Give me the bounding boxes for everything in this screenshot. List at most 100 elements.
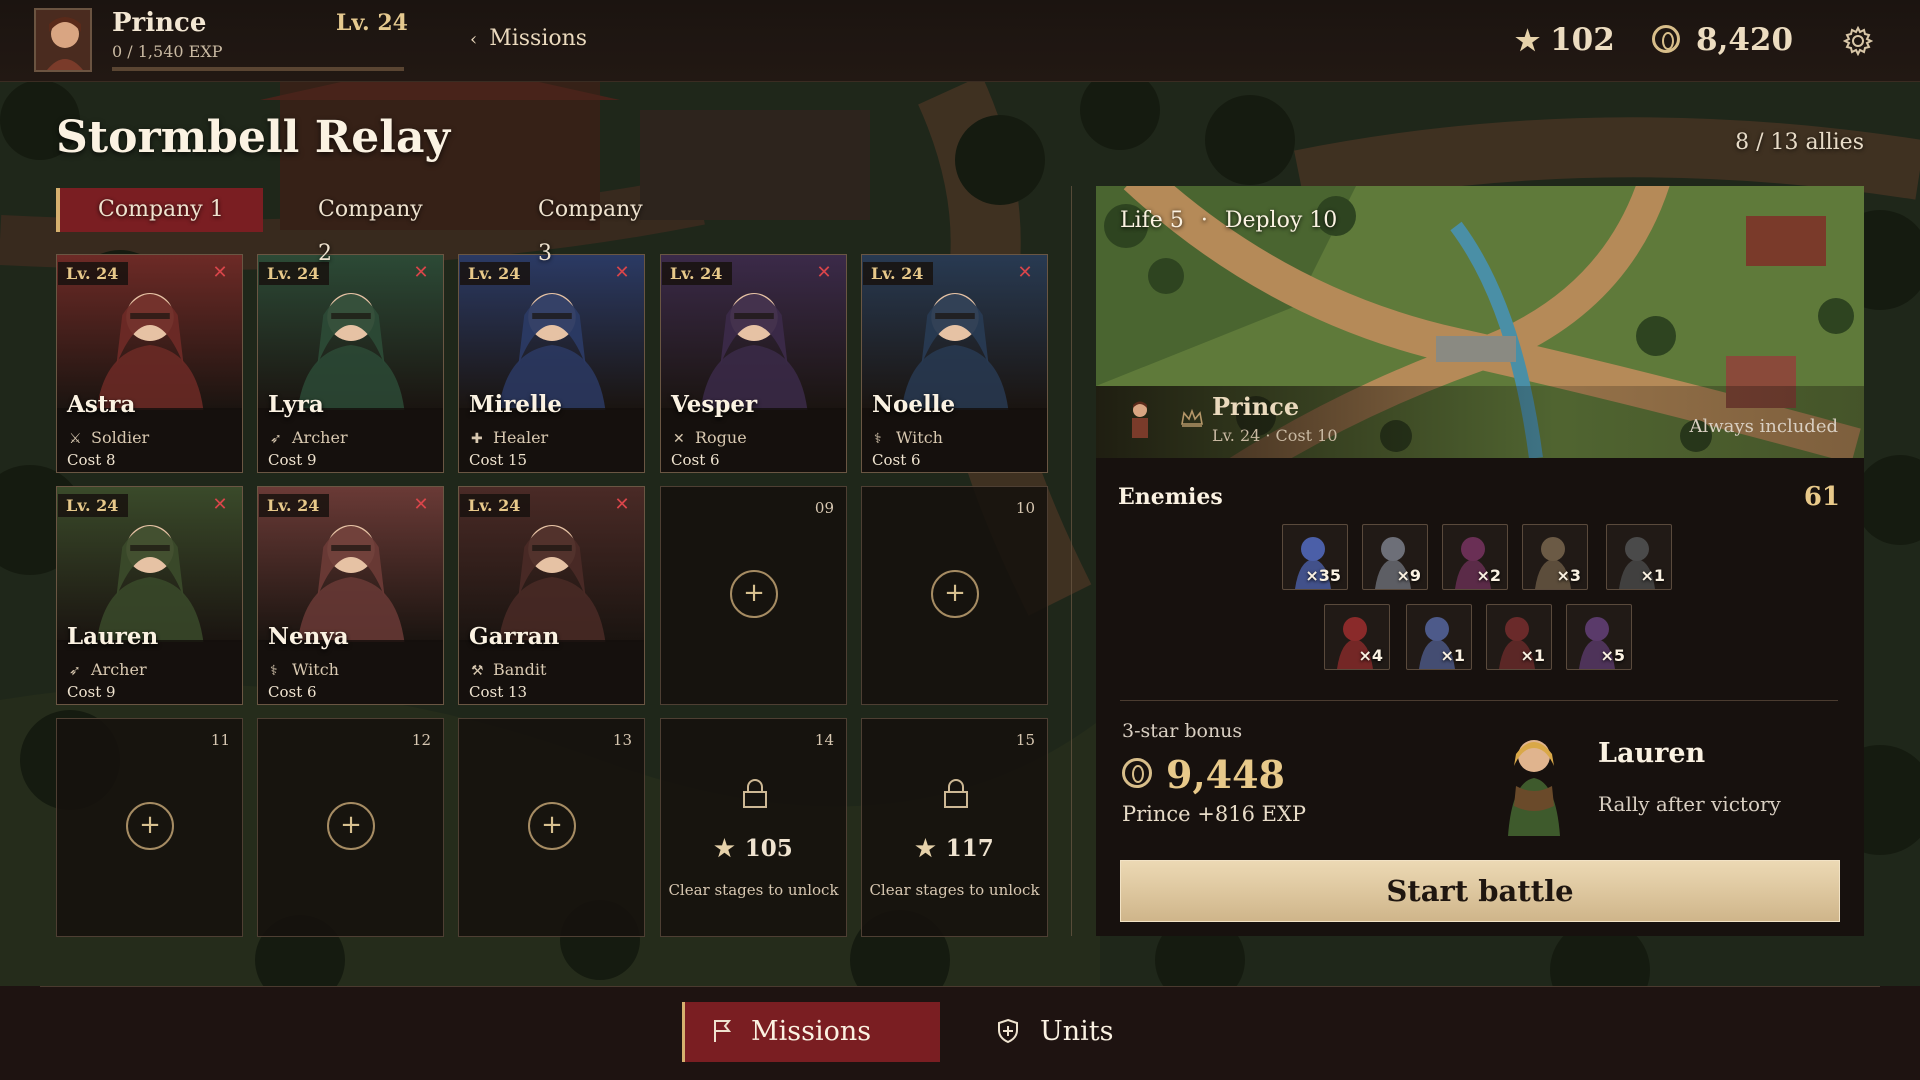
enemy-icon[interactable]: ×35 (1282, 524, 1348, 590)
sword-icon: ⚔ (69, 431, 82, 447)
add-unit-button[interactable]: + (327, 802, 375, 850)
lock-icon (743, 779, 767, 808)
empty-slot[interactable]: 12 + (257, 718, 444, 937)
deploy-value: 10 (1309, 208, 1338, 233)
enemy-icon[interactable]: ×4 (1324, 604, 1390, 670)
top-bar: Prince 0 / 1,540 EXP Lv. 24 ‹ Missions ★ 1… (0, 0, 1920, 82)
rally-ally-description: Rally after victory (1598, 792, 1781, 816)
tab-company-1[interactable]: Company 1 (56, 188, 263, 232)
unit-cost: Cost 6 (671, 451, 720, 469)
enemy-icon[interactable]: ×2 (1442, 524, 1508, 590)
unit-card[interactable]: Lv. 24 ✕ Vesper ✕ Rogue Cost 6 (660, 254, 847, 473)
bow-icon: ➶ (270, 431, 282, 447)
enemy-count: ×3 (1556, 566, 1581, 585)
bottom-divider (40, 986, 1880, 987)
settings-button[interactable] (1842, 25, 1874, 57)
add-unit-button[interactable]: + (528, 802, 576, 850)
staff-icon: ⚕ (270, 663, 278, 679)
deploy-label: Deploy (1224, 208, 1303, 233)
cross-icon: ✚ (471, 431, 483, 447)
nav-units-label: Units (1040, 1016, 1114, 1047)
staff-icon: ⚕ (874, 431, 882, 447)
unit-class-label: Witch (896, 428, 943, 447)
remove-unit-icon[interactable]: ✕ (612, 495, 632, 515)
nav-units[interactable]: Units (990, 1002, 1150, 1062)
bow-icon: ➶ (69, 663, 81, 679)
mission-map-preview[interactable]: Life 5 · Deploy 10 Prince Lv. 24 · Cost … (1096, 186, 1864, 458)
leader-name: Prince (1212, 392, 1300, 421)
remove-unit-icon[interactable]: ✕ (411, 495, 431, 515)
life-label: Life (1120, 208, 1163, 233)
locked-slot: 15 ★ 117 Clear stages to unlock (861, 718, 1048, 937)
ally-count: 8 / 13 allies (1735, 130, 1864, 155)
add-unit-button[interactable]: + (931, 570, 979, 618)
unit-level: Lv. 24 (662, 262, 733, 285)
player-avatar[interactable] (34, 8, 92, 72)
enemy-icon[interactable]: ×1 (1486, 604, 1552, 670)
unit-card[interactable]: Lv. 24 ✕ Lauren ➶ Archer Cost 9 (56, 486, 243, 705)
always-included-note: Always included (1689, 416, 1839, 437)
nav-missions[interactable]: Missions (682, 1002, 940, 1062)
enemy-count: ×2 (1476, 566, 1501, 585)
remove-unit-icon[interactable]: ✕ (411, 263, 431, 283)
back-to-missions-button[interactable]: ‹ Missions (470, 26, 587, 51)
tab-company-2[interactable]: Company 2 (318, 188, 423, 266)
empty-slot[interactable]: 10 + (861, 486, 1048, 705)
enemy-count: ×1 (1640, 566, 1665, 585)
enemy-icon[interactable]: ×1 (1606, 524, 1672, 590)
unit-cost: Cost 6 (872, 451, 921, 469)
unit-card[interactable]: Lv. 24 ✕ Lyra ➶ Archer Cost 9 (257, 254, 444, 473)
unit-level: Lv. 24 (58, 262, 129, 285)
unit-class: ⚕ Witch (270, 660, 339, 679)
unit-name: Mirelle (469, 391, 563, 418)
unit-class-label: Healer (493, 428, 549, 447)
remove-unit-icon[interactable]: ✕ (210, 263, 230, 283)
mission-title: Stormbell Relay (56, 112, 451, 163)
unit-level: Lv. 24 (863, 262, 934, 285)
unit-card[interactable]: Lv. 24 ✕ Noelle ⚕ Witch Cost 6 (861, 254, 1048, 473)
unlock-hint: Clear stages to unlock (668, 881, 839, 899)
unit-class: ⚔ Soldier (69, 428, 149, 447)
crown-icon (1181, 408, 1203, 427)
slot-number: 15 (1015, 731, 1035, 749)
unit-class-label: Witch (292, 660, 339, 679)
unit-card[interactable]: Lv. 24 ✕ Garran ⚒ Bandit Cost 13 (458, 486, 645, 705)
unit-cost: Cost 13 (469, 683, 528, 701)
enemy-icon[interactable]: ×1 (1406, 604, 1472, 670)
enemy-count: ×1 (1520, 646, 1545, 665)
enemy-count: ×5 (1600, 646, 1625, 665)
start-battle-button[interactable]: Start battle (1120, 860, 1840, 922)
enemy-icon[interactable]: ×9 (1362, 524, 1428, 590)
unit-class-label: Soldier (91, 428, 150, 447)
rally-ally-portrait (1508, 740, 1560, 836)
unit-level: Lv. 24 (259, 494, 330, 517)
unit-class: ➶ Archer (270, 428, 348, 447)
tab-company-3[interactable]: Company 3 (538, 188, 643, 266)
remove-unit-icon[interactable]: ✕ (1015, 263, 1035, 283)
unit-cost: Cost 6 (268, 683, 317, 701)
mission-panel: Life 5 · Deploy 10 Prince Lv. 24 · Cost … (1096, 186, 1864, 936)
remove-unit-icon[interactable]: ✕ (210, 495, 230, 515)
remove-unit-icon[interactable]: ✕ (814, 263, 834, 283)
unit-class: ⚒ Bandit (471, 660, 546, 679)
empty-slot[interactable]: 09 + (660, 486, 847, 705)
bonus-exp: Prince +816 EXP (1122, 802, 1307, 826)
slot-number: 14 (814, 731, 834, 749)
add-unit-button[interactable]: + (126, 802, 174, 850)
add-unit-button[interactable]: + (730, 570, 778, 618)
unit-card[interactable]: Lv. 24 ✕ Nenya ⚕ Witch Cost 6 (257, 486, 444, 705)
empty-slot[interactable]: 13 + (458, 718, 645, 937)
chevron-left-icon: ‹ (470, 29, 478, 50)
unit-card[interactable]: Lv. 24 ✕ Mirelle ✚ Healer Cost 15 (458, 254, 645, 473)
enemy-icon[interactable]: ×5 (1566, 604, 1632, 670)
unlock-hint: Clear stages to unlock (869, 881, 1040, 899)
unit-name: Garran (469, 623, 560, 650)
unit-cost: Cost 9 (268, 451, 317, 469)
unit-class-label: Bandit (493, 660, 547, 679)
unit-card[interactable]: Lv. 24 ✕ Astra ⚔ Soldier Cost 8 (56, 254, 243, 473)
shield-icon (998, 1018, 1018, 1044)
exp-bar (112, 67, 404, 71)
enemy-icon[interactable]: ×3 (1522, 524, 1588, 590)
remove-unit-icon[interactable]: ✕ (612, 263, 632, 283)
empty-slot[interactable]: 11 + (56, 718, 243, 937)
